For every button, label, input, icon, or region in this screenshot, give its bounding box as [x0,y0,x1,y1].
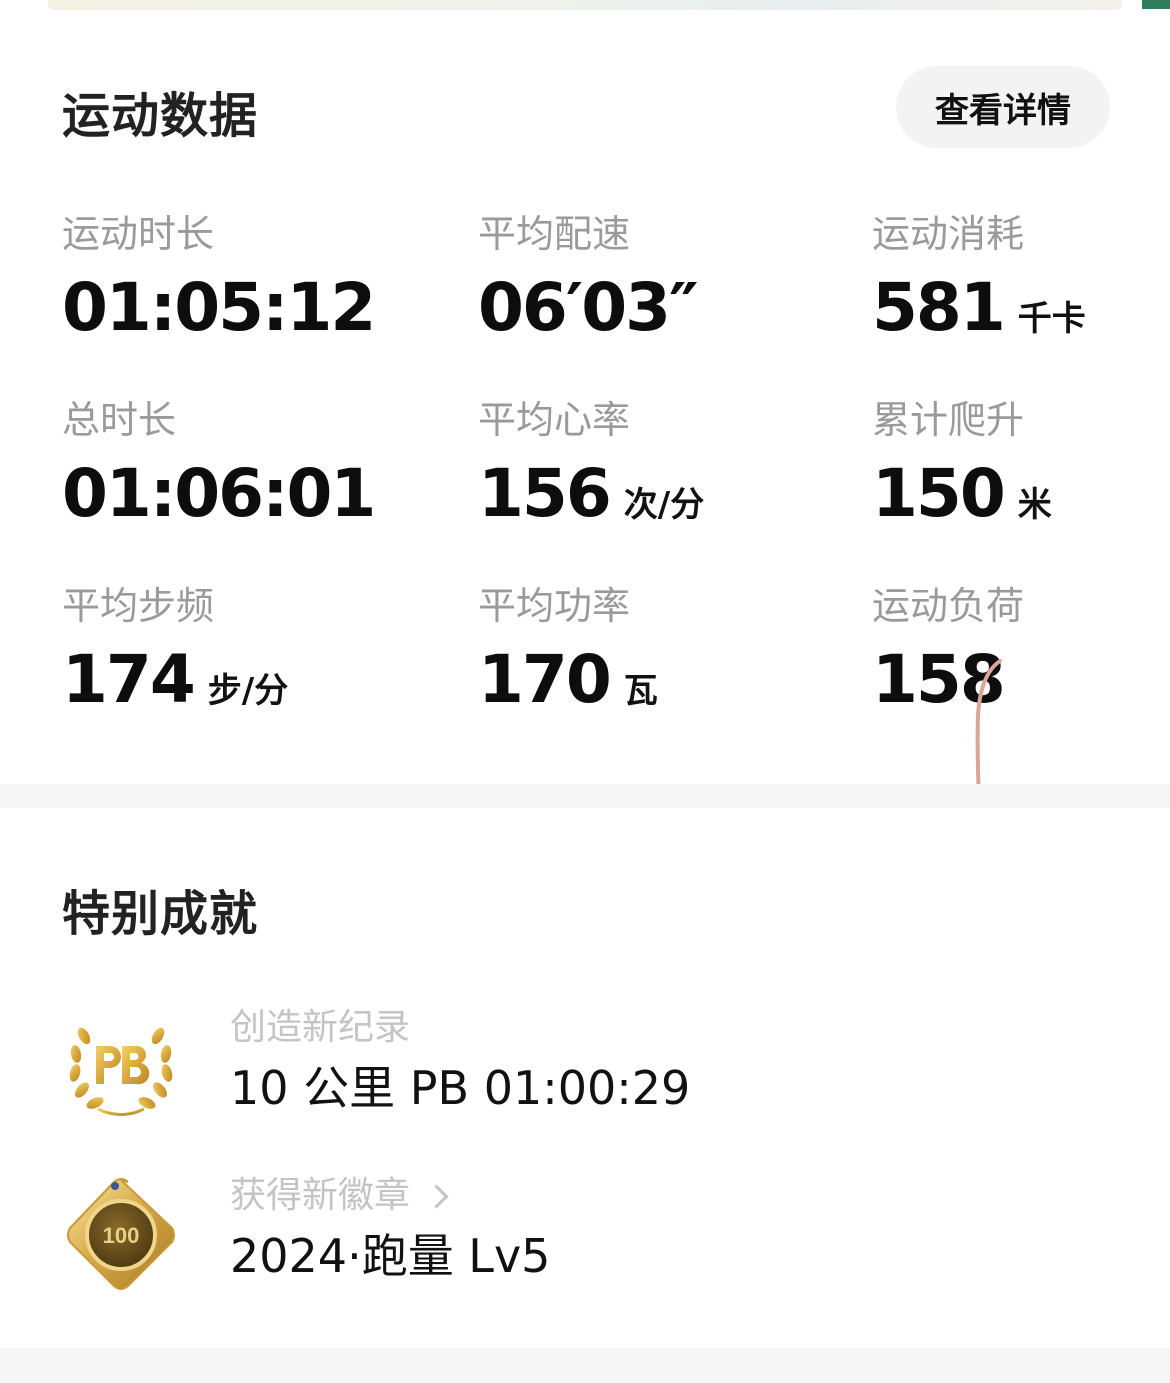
stat-value: 156 [478,455,612,532]
stats-section-title: 运动数据 [62,88,259,144]
stat-label: 运动负荷 [872,584,1025,628]
stat-elevation-gain: 累计爬升 150 米 [872,396,1052,530]
achievements-section-title: 特别成就 [62,886,259,942]
achievement-title: 2024·跑量 Lv5 [230,1229,551,1283]
stat-label: 总时长 [62,398,177,442]
stat-label: 累计爬升 [872,398,1025,442]
stat-avg-cadence: 平均步频 174 步/分 [62,582,288,716]
achievement-new-badge[interactable]: 100 获得新徽章 2024·跑量 Lv5 [62,1170,1102,1300]
stat-label: 平均心率 [478,398,631,442]
stat-avg-pace: 平均配速 06′03″ [478,210,699,346]
pb-laurel-icon [62,1008,180,1126]
stat-label: 运动时长 [62,212,215,256]
chevron-right-icon [424,1183,449,1209]
stat-value: 01:06:01 [62,455,376,532]
section-divider [0,784,1170,808]
stat-unit: 米 [1017,485,1052,525]
stat-avg-heart-rate: 平均心率 156 次/分 [478,396,704,530]
stat-label: 运动消耗 [872,212,1025,256]
achievement-subtitle: 创造新纪录 [230,1007,411,1048]
achievement-subtitle: 获得新徽章 [230,1175,411,1216]
stat-unit: 千卡 [1017,299,1086,339]
stat-unit: 次/分 [623,485,705,525]
stat-unit: 瓦 [623,671,658,711]
stat-label: 平均功率 [478,584,631,628]
stat-label: 平均步频 [62,584,215,628]
stat-duration: 运动时长 01:05:12 [62,210,376,346]
stat-value: 06′03″ [478,269,699,346]
stat-value: 170 [478,641,612,718]
stat-value: 174 [62,641,196,718]
achievement-title: 10 公里 PB 01:00:29 [230,1061,691,1115]
stat-value: 158 [872,641,1006,718]
stat-calories: 运动消耗 581 千卡 [872,210,1086,344]
header-gradient-strip [48,0,1122,10]
stat-value: 01:05:12 [62,269,376,346]
top-accent-bar [1142,0,1170,9]
bottom-divider [0,1348,1170,1383]
badge-number: 100 [103,1223,140,1248]
view-details-button[interactable]: 查看详情 [896,66,1110,148]
stat-avg-power: 平均功率 170 瓦 [478,582,658,716]
stat-value: 581 [872,269,1006,346]
medal-badge-icon: 100 [62,1176,180,1294]
stat-value: 150 [872,455,1006,532]
achievement-subtitle-link[interactable]: 获得新徽章 [230,1170,550,1222]
achievement-new-record: 创造新纪录 10 公里 PB 01:00:29 [62,1002,1102,1132]
stat-training-load: 运动负荷 158 [872,582,1024,716]
stat-unit: 步/分 [207,671,289,711]
stat-total-duration: 总时长 01:06:01 [62,396,376,532]
stat-label: 平均配速 [478,212,631,256]
